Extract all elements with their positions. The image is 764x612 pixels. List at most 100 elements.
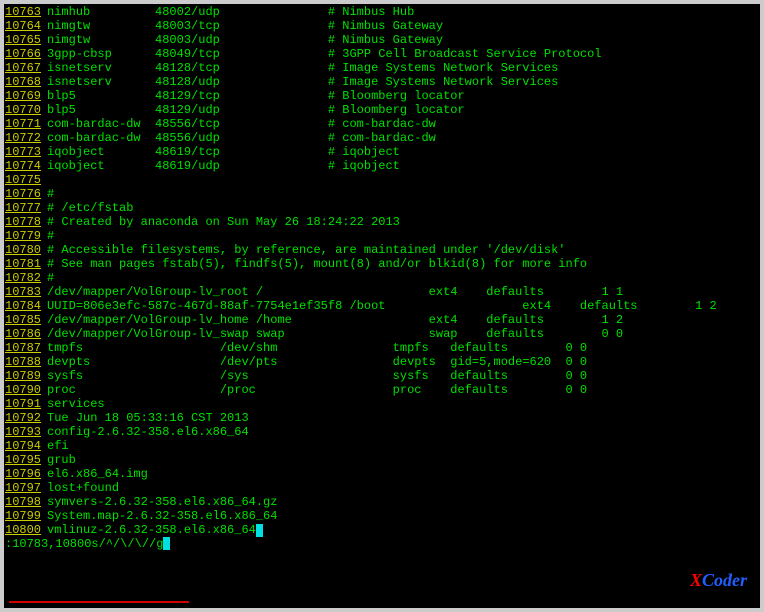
terminal-line: 10775 [5,173,759,187]
line-content: /dev/mapper/VolGroup-lv_root / ext4 defa… [47,285,623,299]
line-content: lost+found [47,481,119,495]
terminal-line: 107663gpp-cbsp 48049/tcp # 3GPP Cell Bro… [5,47,759,61]
line-number: 10796 [5,467,47,481]
terminal-line: 10777# /etc/fstab [5,201,759,215]
line-number: 10773 [5,145,47,159]
line-content: com-bardac-dw 48556/tcp # com-bardac-dw [47,117,436,131]
terminal-line: 10767isnetserv 48128/tcp # Image Systems… [5,61,759,75]
line-content: 3gpp-cbsp 48049/tcp # 3GPP Cell Broadcas… [47,47,602,61]
line-number: 10767 [5,61,47,75]
terminal-line: 10764nimgtw 48003/tcp # Nimbus Gateway [5,19,759,33]
line-content: # [47,187,54,201]
line-number: 10779 [5,229,47,243]
line-content: UUID=806e3efc-587c-467d-88af-7754e1ef35f… [47,299,717,313]
line-content: isnetserv 48128/tcp # Image Systems Netw… [47,61,558,75]
terminal-line: 10780# Accessible filesystems, by refere… [5,243,759,257]
terminal-line: 10792Tue Jun 18 05:33:16 CST 2013 [5,411,759,425]
terminal-line: 10773iqobject 48619/tcp # iqobject [5,145,759,159]
text-cursor [256,524,263,537]
terminal[interactable]: 10763nimhub 48002/udp # Nimbus Hub10764n… [4,4,760,608]
line-number: 10785 [5,313,47,327]
terminal-line: 10782# [5,271,759,285]
line-content: proc /proc proc defaults 0 0 [47,383,587,397]
terminal-line: 10786/dev/mapper/VolGroup-lv_swap swap s… [5,327,759,341]
line-content: blp5 48129/tcp # Bloomberg locator [47,89,465,103]
line-number: 10791 [5,397,47,411]
line-content: Tue Jun 18 05:33:16 CST 2013 [47,411,249,425]
line-content: # [47,229,54,243]
line-number: 10770 [5,103,47,117]
line-content: symvers-2.6.32-358.el6.x86_64.gz [47,495,277,509]
terminal-line: 10789sysfs /sys sysfs defaults 0 0 [5,369,759,383]
line-number: 10789 [5,369,47,383]
line-content: /dev/mapper/VolGroup-lv_home /home ext4 … [47,313,623,327]
terminal-line: 10795grub [5,453,759,467]
line-number: 10795 [5,453,47,467]
terminal-line: 10769blp5 48129/tcp # Bloomberg locator [5,89,759,103]
line-number: 10782 [5,271,47,285]
line-content: com-bardac-dw 48556/udp # com-bardac-dw [47,131,436,145]
line-number: 10766 [5,47,47,61]
line-content: iqobject 48619/udp # iqobject [47,159,400,173]
line-content: # [47,271,54,285]
line-number: 10763 [5,5,47,19]
line-content: # Created by anaconda on Sun May 26 18:2… [47,215,400,229]
line-number: 10777 [5,201,47,215]
terminal-line: 10784UUID=806e3efc-587c-467d-88af-7754e1… [5,299,759,313]
line-number: 10799 [5,509,47,523]
line-number: 10778 [5,215,47,229]
line-content: /dev/mapper/VolGroup-lv_swap swap swap d… [47,327,623,341]
vim-command-text: :10783,10800s/^/\/\//g [5,537,163,551]
line-number: 10772 [5,131,47,145]
terminal-line: 10779# [5,229,759,243]
line-content: config-2.6.32-358.el6.x86_64 [47,425,249,439]
terminal-line: 10778# Created by anaconda on Sun May 26… [5,215,759,229]
line-number: 10787 [5,341,47,355]
line-number: 10764 [5,19,47,33]
line-content: # /etc/fstab [47,201,133,215]
terminal-line: 10785/dev/mapper/VolGroup-lv_home /home … [5,313,759,327]
line-number: 10775 [5,173,47,187]
line-content: blp5 48129/udp # Bloomberg locator [47,103,465,117]
line-number: 10794 [5,439,47,453]
line-number: 10783 [5,285,47,299]
line-content: sysfs /sys sysfs defaults 0 0 [47,369,587,383]
command-line-row[interactable]: :10783,10800s/^/\/\//g [5,537,759,551]
line-number: 10776 [5,187,47,201]
terminal-line: 10794efi [5,439,759,453]
line-content: nimgtw 48003/udp # Nimbus Gateway [47,33,443,47]
line-number: 10788 [5,355,47,369]
terminal-line: 10800vmlinuz-2.6.32-358.el6.x86_64 [5,523,759,537]
line-number: 10793 [5,425,47,439]
line-number: 10781 [5,257,47,271]
terminal-line: 10799System.map-2.6.32-358.el6.x86_64 [5,509,759,523]
line-number: 10784 [5,299,47,313]
line-content: tmpfs /dev/shm tmpfs defaults 0 0 [47,341,587,355]
line-content: System.map-2.6.32-358.el6.x86_64 [47,509,277,523]
terminal-line: 10796el6.x86_64.img [5,467,759,481]
line-number: 10800 [5,523,47,537]
terminal-line: 10772com-bardac-dw 48556/udp # com-barda… [5,131,759,145]
terminal-line: 10765nimgtw 48003/udp # Nimbus Gateway [5,33,759,47]
line-content: isnetserv 48128/udp # Image Systems Netw… [47,75,558,89]
line-number: 10769 [5,89,47,103]
line-content: vmlinuz-2.6.32-358.el6.x86_64 [47,523,263,537]
line-content: nimhub 48002/udp # Nimbus Hub [47,5,414,19]
terminal-line: 10793config-2.6.32-358.el6.x86_64 [5,425,759,439]
line-number: 10798 [5,495,47,509]
line-number: 10768 [5,75,47,89]
terminal-line: 10788devpts /dev/pts devpts gid=5,mode=6… [5,355,759,369]
line-content: nimgtw 48003/tcp # Nimbus Gateway [47,19,443,33]
terminal-line: 10791services [5,397,759,411]
terminal-line: 10771com-bardac-dw 48556/tcp # com-barda… [5,117,759,131]
line-content: # Accessible filesystems, by reference, … [47,243,565,257]
line-content: devpts /dev/pts devpts gid=5,mode=620 0 … [47,355,587,369]
line-number: 10780 [5,243,47,257]
terminal-line: 10768isnetserv 48128/udp # Image Systems… [5,75,759,89]
terminal-line: 10797lost+found [5,481,759,495]
line-content: grub [47,453,76,467]
terminal-line: 10783/dev/mapper/VolGroup-lv_root / ext4… [5,285,759,299]
watermark: XCoder [690,573,747,587]
terminal-line: 10770blp5 48129/udp # Bloomberg locator [5,103,759,117]
window-frame: 10763nimhub 48002/udp # Nimbus Hub10764n… [0,0,764,612]
